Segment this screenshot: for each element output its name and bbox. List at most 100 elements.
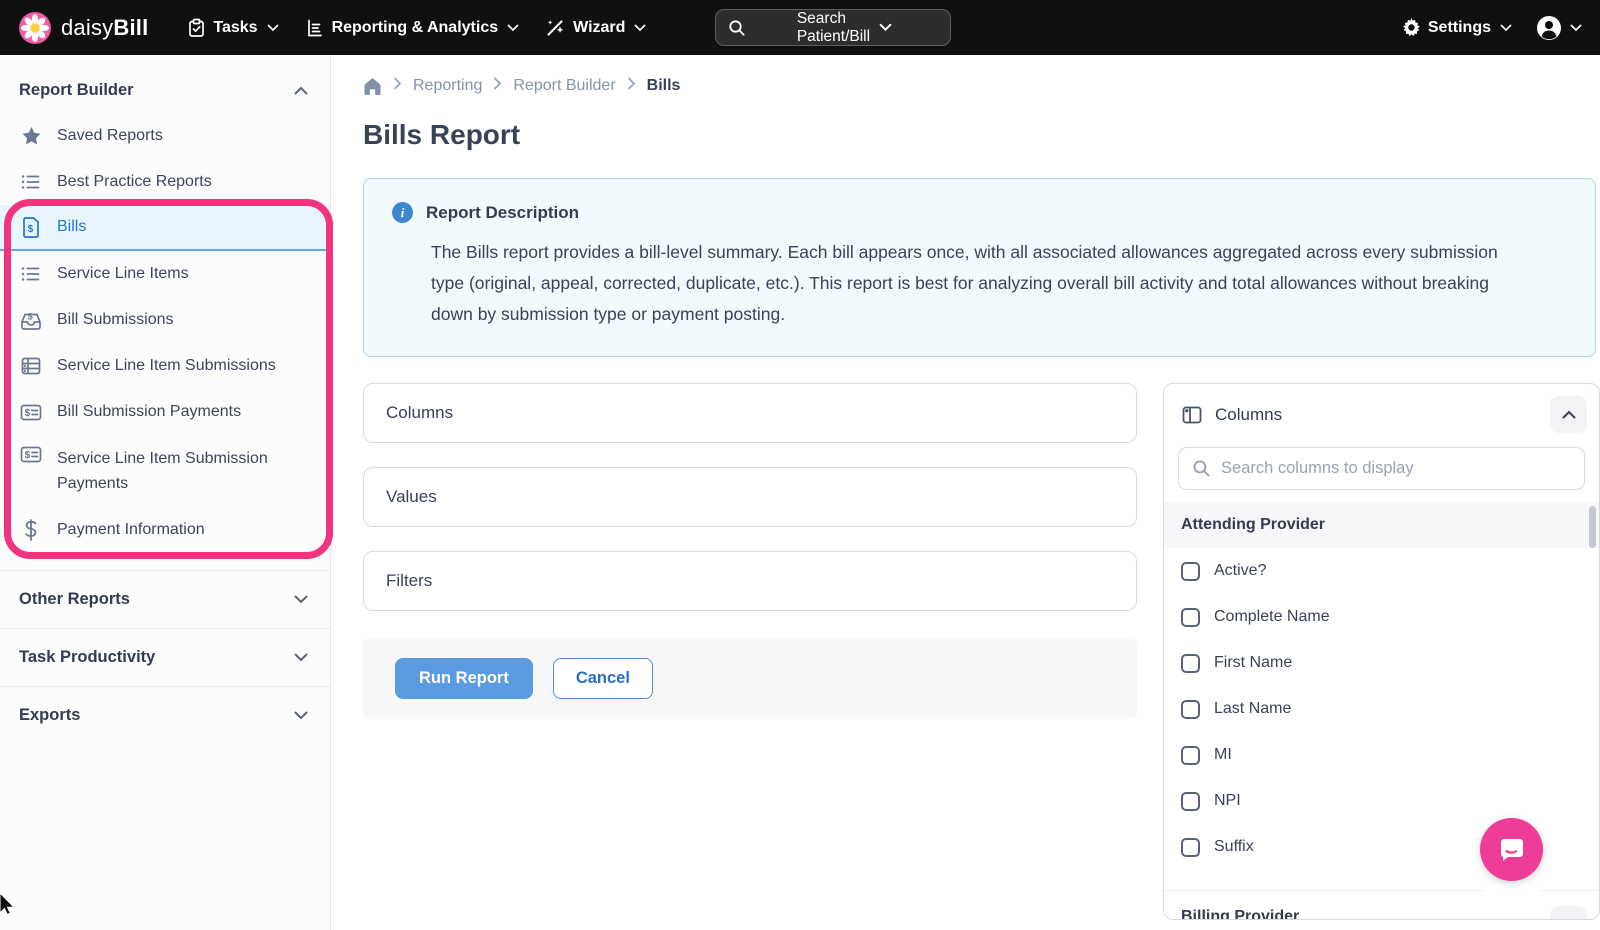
- column-option-mi[interactable]: MI: [1164, 732, 1599, 778]
- dollar-lines-icon: $: [20, 404, 42, 421]
- column-option-label: Complete Name: [1214, 608, 1330, 626]
- daisybill-logo[interactable]: daisyBill: [18, 11, 148, 45]
- chevron-down-icon: [294, 590, 308, 609]
- collapse-columns-button[interactable]: [1550, 396, 1587, 433]
- section-label: Other Reports: [19, 590, 130, 609]
- sidebar-item-bill-submissions[interactable]: $ Bill Submissions: [0, 297, 330, 343]
- panel-label: Filters: [386, 571, 432, 591]
- section-label: Report Builder: [19, 81, 134, 100]
- breadcrumb-link-report-builder[interactable]: Report Builder: [513, 77, 615, 95]
- table-icon: [20, 357, 42, 375]
- sidebar-section-task-productivity[interactable]: Task Productivity: [0, 628, 330, 686]
- report-description-text: The Bills report provides a bill-level s…: [431, 237, 1527, 330]
- column-option-label: Suffix: [1214, 838, 1254, 856]
- clipboard-check-icon: [187, 18, 206, 38]
- inbox-dollar-icon: $: [20, 310, 42, 331]
- nav-menu-reporting-analytics[interactable]: Reporting & Analytics: [305, 18, 520, 38]
- cancel-button[interactable]: Cancel: [553, 658, 653, 699]
- column-option-label: MI: [1214, 746, 1232, 764]
- chevron-down-icon: [294, 648, 308, 667]
- dollar-icon: [20, 519, 42, 541]
- column-option-last-name[interactable]: Last Name: [1164, 686, 1599, 732]
- dollar-lines-icon: $: [20, 446, 42, 463]
- daisy-flower-icon: [18, 11, 52, 45]
- search-icon: [1192, 459, 1211, 478]
- home-icon[interactable]: [363, 77, 382, 95]
- sidebar-item-label: Bills: [57, 218, 86, 236]
- sidebar-item-label: Bill Submissions: [57, 311, 173, 329]
- svg-text:$: $: [25, 450, 31, 461]
- breadcrumb-current-bills: Bills: [647, 77, 681, 95]
- columns-panel-toggle[interactable]: Columns: [363, 383, 1137, 443]
- sidebar-item-best-practice-reports[interactable]: Best Practice Reports: [0, 159, 330, 205]
- chat-bubble-icon: [1497, 835, 1527, 865]
- columns-card-title: Columns: [1215, 405, 1537, 425]
- scrollbar-thumb[interactable]: [1589, 506, 1596, 548]
- magic-wand-icon: [545, 18, 566, 38]
- checkbox-unchecked[interactable]: [1181, 654, 1200, 673]
- brand-name: daisyBill: [61, 15, 148, 41]
- breadcrumb-link-reporting[interactable]: Reporting: [413, 77, 482, 95]
- column-option-label: First Name: [1214, 654, 1292, 672]
- section-label: Exports: [19, 706, 80, 725]
- sidebar-item-service-line-item-submissions[interactable]: Service Line Item Submissions: [0, 343, 330, 389]
- chevron-down-icon: [1500, 19, 1512, 37]
- svg-text:$: $: [28, 224, 34, 235]
- nav-menu-tasks[interactable]: Tasks: [187, 18, 278, 38]
- checkbox-unchecked[interactable]: [1181, 608, 1200, 627]
- chevron-down-icon: [267, 19, 279, 37]
- sidebar-section-other-reports[interactable]: Other Reports: [0, 570, 330, 628]
- column-option-label: Last Name: [1214, 700, 1291, 718]
- breadcrumb-separator-icon: [493, 77, 502, 95]
- analytics-chart-icon: [305, 18, 325, 38]
- values-panel-toggle[interactable]: Values: [363, 467, 1137, 527]
- list-icon: [20, 265, 42, 283]
- checkbox-unchecked[interactable]: [1181, 700, 1200, 719]
- checkbox-unchecked[interactable]: [1181, 746, 1200, 765]
- run-report-button[interactable]: Run Report: [395, 658, 533, 699]
- breadcrumb: Reporting Report Builder Bills: [363, 77, 1598, 95]
- sidebar-item-saved-reports[interactable]: Saved Reports: [0, 113, 330, 159]
- section-label: Task Productivity: [19, 648, 155, 667]
- breadcrumb-separator-icon: [393, 77, 402, 95]
- bill-document-icon: $: [20, 217, 42, 238]
- sidebar-item-label: Service Line Item Submission Payments: [57, 446, 297, 496]
- filters-panel-toggle[interactable]: Filters: [363, 551, 1137, 611]
- user-account-menu[interactable]: [1536, 15, 1582, 41]
- column-option-label: NPI: [1214, 792, 1241, 810]
- column-group-attending-provider: Attending Provider: [1164, 502, 1599, 548]
- sidebar-item-label: Service Line Items: [57, 265, 189, 283]
- chevron-down-icon: [294, 706, 308, 725]
- chevron-up-icon: [294, 81, 308, 100]
- settings-menu[interactable]: Settings: [1402, 18, 1512, 37]
- search-icon: [728, 19, 787, 37]
- sidebar-item-bill-submission-payments[interactable]: $ Bill Submission Payments: [0, 389, 330, 435]
- chat-launcher-button[interactable]: [1480, 818, 1543, 881]
- chevron-down-icon: [634, 19, 646, 37]
- svg-text:$: $: [25, 408, 31, 419]
- column-option-complete-name[interactable]: Complete Name: [1164, 594, 1599, 640]
- search-patient-bill-button[interactable]: Search Patient/Bill: [715, 9, 951, 46]
- sidebar-item-service-line-items[interactable]: Service Line Items: [0, 251, 330, 297]
- sidebar-section-exports[interactable]: Exports: [0, 686, 330, 744]
- nav-menu-wizard[interactable]: Wizard: [545, 18, 646, 38]
- main-content: Reporting Report Builder Bills Bills Rep…: [331, 55, 1600, 930]
- column-option-active[interactable]: Active?: [1164, 548, 1599, 594]
- checkbox-unchecked[interactable]: [1181, 838, 1200, 857]
- sidebar-item-payment-information[interactable]: Payment Information: [0, 507, 330, 553]
- breadcrumb-separator-icon: [627, 77, 636, 95]
- report-description-box: i Report Description The Bills report pr…: [363, 178, 1596, 357]
- column-group-label: Billing Provider: [1181, 906, 1299, 920]
- info-icon: i: [392, 202, 413, 223]
- sidebar-item-service-line-item-submission-payments[interactable]: $ Service Line Item Submission Payments: [0, 435, 330, 507]
- column-option-first-name[interactable]: First Name: [1164, 640, 1599, 686]
- column-option-label: Active?: [1214, 562, 1266, 580]
- checkbox-unchecked[interactable]: [1181, 792, 1200, 811]
- columns-search-input[interactable]: [1221, 459, 1571, 478]
- user-avatar-icon: [1536, 15, 1562, 41]
- sidebar-section-report-builder[interactable]: Report Builder: [0, 67, 330, 113]
- sidebar-item-bills[interactable]: $ Bills: [0, 205, 330, 251]
- collapse-group-button[interactable]: [1550, 906, 1587, 920]
- panel-label: Columns: [386, 403, 453, 423]
- checkbox-unchecked[interactable]: [1181, 562, 1200, 581]
